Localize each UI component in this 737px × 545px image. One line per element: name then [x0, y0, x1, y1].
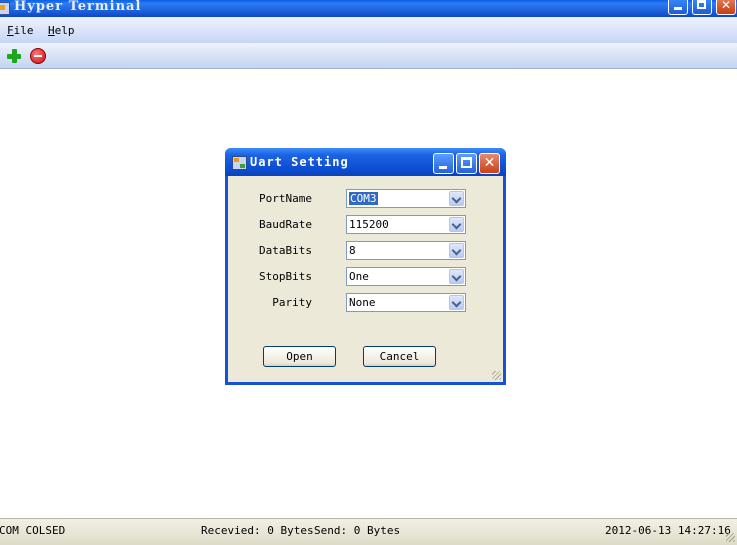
window-title: Hyper Terminal	[14, 0, 142, 14]
stopbits-label: StopBits	[259, 270, 312, 283]
cancel-button[interactable]: Cancel	[363, 346, 436, 367]
close-icon: ✕	[483, 155, 496, 171]
stopbits-value: One	[349, 270, 369, 283]
received-count: Recevied: 0 Bytes	[201, 524, 314, 537]
portname-label: PortName	[259, 192, 312, 205]
menu-help[interactable]: Help	[48, 24, 75, 37]
menu-help-accel: H	[48, 24, 55, 37]
portname-select[interactable]: COM3	[346, 189, 466, 208]
stopbits-select[interactable]: One	[346, 267, 466, 286]
connection-status: COM COLSED	[0, 524, 66, 537]
close-icon: ✕	[720, 0, 732, 12]
parity-label: Parity	[272, 296, 312, 309]
dialog-close-button[interactable]: ✕	[479, 153, 500, 174]
chevron-down-icon[interactable]	[449, 217, 464, 232]
stop-icon[interactable]	[30, 48, 46, 64]
uart-setting-dialog: Uart Setting ✕ PortName COM3 BaudRate 11…	[225, 148, 506, 385]
baudrate-label: BaudRate	[259, 218, 312, 231]
status-datetime: 2012-06-13 14:27:16	[605, 524, 731, 537]
chevron-down-icon[interactable]	[449, 243, 464, 258]
minimize-button[interactable]	[668, 0, 688, 15]
window-titlebar[interactable]: Hyper Terminal ✕	[0, 0, 737, 17]
databits-value: 8	[349, 244, 356, 257]
chevron-down-icon[interactable]	[449, 269, 464, 284]
maximize-icon	[461, 157, 472, 168]
dialog-titlebar[interactable]: Uart Setting ✕	[225, 148, 506, 176]
maximize-button[interactable]	[692, 0, 712, 15]
parity-value: None	[349, 296, 376, 309]
maximize-icon	[697, 0, 706, 9]
baudrate-value: 115200	[349, 218, 389, 231]
portname-value: COM3	[349, 192, 378, 205]
plus-icon[interactable]	[6, 48, 22, 64]
resize-grip-icon[interactable]	[492, 371, 501, 380]
toolbar	[0, 43, 737, 69]
baudrate-select[interactable]: 115200	[346, 215, 466, 234]
databits-select[interactable]: 8	[346, 241, 466, 260]
send-count: Send: 0 Bytes	[314, 524, 401, 537]
dialog-title: Uart Setting	[250, 155, 349, 169]
menu-help-label: elp	[54, 24, 75, 37]
parity-select[interactable]: None	[346, 293, 466, 312]
menu-file-accel: F	[7, 24, 14, 37]
resize-grip-icon[interactable]	[726, 533, 735, 542]
menu-file-label: ile	[13, 24, 34, 37]
app-icon	[0, 2, 10, 15]
menu-file[interactable]: File	[7, 24, 34, 37]
chevron-down-icon[interactable]	[449, 191, 464, 206]
minimize-icon	[674, 7, 682, 10]
dialog-app-icon	[232, 156, 247, 170]
dialog-maximize-button[interactable]	[456, 153, 477, 174]
open-button[interactable]: Open	[263, 346, 336, 367]
status-bar: COM COLSED Recevied: 0 Bytes Send: 0 Byt…	[0, 518, 737, 545]
close-button[interactable]: ✕	[716, 0, 736, 15]
dialog-minimize-button[interactable]	[433, 153, 454, 174]
databits-label: DataBits	[259, 244, 312, 257]
chevron-down-icon[interactable]	[449, 295, 464, 310]
menu-bar: File Help	[0, 17, 737, 43]
minimize-icon	[439, 166, 447, 169]
